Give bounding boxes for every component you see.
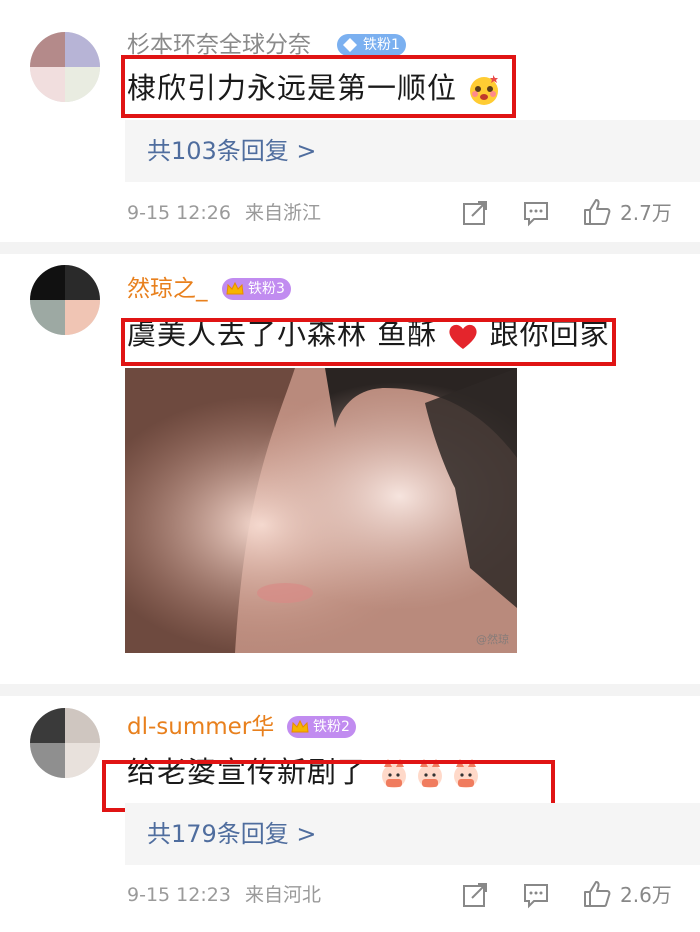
reply-count-link[interactable]: 共179条回复 > bbox=[125, 803, 700, 865]
crown-icon bbox=[291, 719, 309, 733]
share-icon[interactable] bbox=[461, 881, 489, 909]
emoji-icon bbox=[382, 759, 479, 788]
comment-icon[interactable] bbox=[522, 199, 550, 227]
avatar[interactable] bbox=[30, 32, 100, 102]
like-icon[interactable] bbox=[582, 879, 612, 909]
timestamp: 9-15 12:23 bbox=[127, 884, 231, 906]
comment-text-body: 给老婆宣传新剧了 bbox=[127, 755, 368, 789]
badge-label: 铁粉2 bbox=[313, 719, 350, 735]
location: 来自浙江 bbox=[244, 202, 321, 224]
badge-label: 铁粉1 bbox=[363, 37, 400, 53]
comment-image[interactable]: @然琼 bbox=[125, 368, 517, 653]
diamond-icon bbox=[343, 38, 357, 52]
fan-badge[interactable]: 铁粉2 bbox=[287, 716, 356, 738]
location: 来自河北 bbox=[244, 884, 321, 906]
divider bbox=[0, 242, 700, 254]
emoji-icon bbox=[470, 75, 499, 105]
comment-meta: 9-15 12:23 来自河北 bbox=[127, 880, 321, 910]
reply-count-link[interactable]: 共103条回复 > bbox=[125, 120, 700, 182]
comment-icon[interactable] bbox=[522, 881, 550, 909]
avatar[interactable] bbox=[30, 708, 100, 778]
username[interactable]: 然琼之_ bbox=[127, 274, 208, 304]
timestamp: 9-15 12:26 bbox=[127, 202, 231, 224]
comment-text: 给老婆宣传新剧了 bbox=[127, 752, 485, 792]
crown-icon bbox=[226, 281, 244, 295]
comment-text: 虞美人去了小森林 鱼酥 跟你回家 bbox=[127, 314, 610, 354]
comment-meta: 9-15 12:26 来自浙江 bbox=[127, 198, 321, 228]
avatar[interactable] bbox=[30, 265, 100, 335]
username[interactable]: dl-summer华 bbox=[127, 712, 274, 742]
like-count: 2.6万 bbox=[620, 883, 672, 907]
comment-text-tail: 跟你回家 bbox=[489, 317, 610, 351]
share-icon[interactable] bbox=[461, 199, 489, 227]
comment-text-body: 虞美人去了小森林 鱼酥 bbox=[127, 317, 438, 351]
heart-icon bbox=[449, 324, 478, 349]
like-icon[interactable] bbox=[582, 197, 612, 227]
comment-text-body: 棣欣引力永远是第一顺位 bbox=[127, 71, 458, 105]
fan-badge[interactable]: 铁粉3 bbox=[222, 278, 291, 300]
fan-badge[interactable]: 铁粉1 bbox=[337, 34, 406, 56]
username[interactable]: 杉本环奈全球分奈 bbox=[127, 30, 311, 60]
badge-label: 铁粉3 bbox=[248, 281, 285, 297]
comment-text: 棣欣引力永远是第一顺位 bbox=[127, 68, 501, 108]
image-watermark: @然琼 bbox=[476, 633, 509, 646]
like-count: 2.7万 bbox=[620, 201, 672, 225]
divider bbox=[0, 684, 700, 696]
